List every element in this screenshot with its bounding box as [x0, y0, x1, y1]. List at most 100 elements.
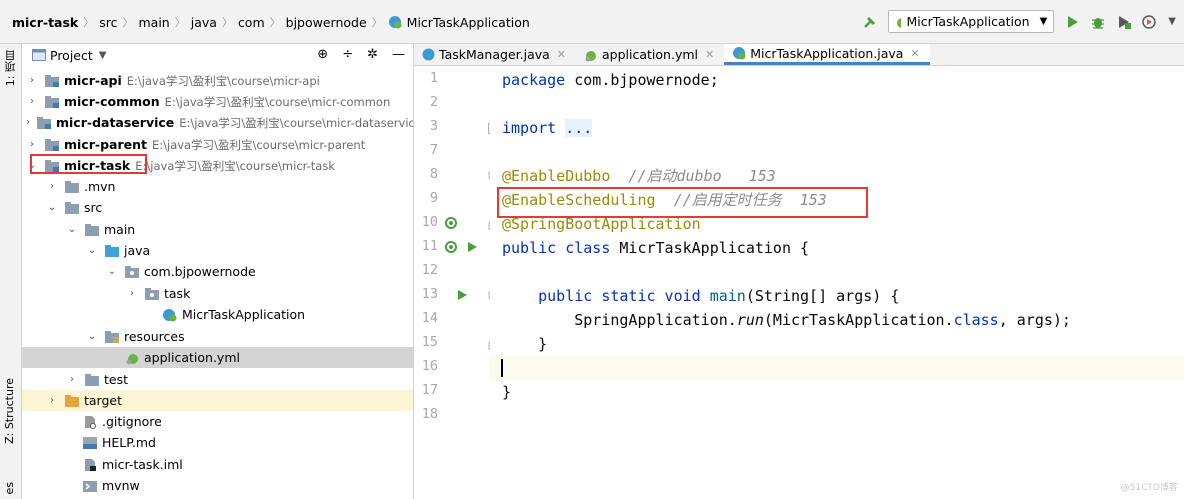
tree-item[interactable]: micr-task.iml	[22, 454, 413, 475]
tree-item-label: micr-dataservice	[56, 115, 175, 130]
folder-icon	[64, 180, 80, 194]
project-panel-header: Project ▼ ⊕ ÷ ✲ —	[22, 44, 413, 66]
hide-icon[interactable]: —	[392, 47, 405, 62]
run-configuration-select[interactable]: MicrTaskApplication ▼	[888, 10, 1055, 33]
locate-icon[interactable]: ⊕	[317, 47, 328, 62]
project-view-icon	[32, 49, 46, 61]
project-panel-tools: ⊕ ÷ ✲ —	[317, 47, 405, 62]
chevron-right-icon[interactable]: ›	[26, 117, 30, 128]
chevron-down-icon[interactable]: ⌄	[86, 331, 98, 342]
run-icon[interactable]	[1064, 14, 1080, 30]
run-configuration-label: MicrTaskApplication	[906, 14, 1030, 29]
tree-item[interactable]: ⌄ java	[22, 240, 413, 261]
run-toolbar: MicrTaskApplication ▼ ▼	[862, 10, 1176, 33]
profiler-icon[interactable]	[1142, 14, 1158, 30]
chevron-right-icon[interactable]: ›	[26, 75, 38, 86]
tree-item[interactable]: › task	[22, 283, 413, 304]
keyword: import	[502, 119, 557, 137]
tree-item[interactable]: › target	[22, 390, 413, 411]
module-icon	[44, 74, 60, 88]
run-gutter-icon[interactable]	[456, 289, 468, 301]
project-tool-tab-label: 1: 项目	[4, 50, 17, 87]
tree-item-path: E:\java学习\盈利宝\course\micr-task	[135, 158, 335, 173]
resources-icon	[104, 330, 120, 344]
chevron-down-icon[interactable]: ⌄	[66, 224, 78, 235]
module-icon	[44, 138, 60, 152]
tree-item[interactable]: ⌄ com.bjpowernode	[22, 261, 413, 282]
chevron-right-icon[interactable]: ›	[126, 288, 138, 299]
tree-item[interactable]: ⌄ main	[22, 219, 413, 240]
breadcrumb-item-main[interactable]: main	[139, 15, 170, 30]
tree-item-label: java	[124, 243, 151, 258]
chevron-right-icon[interactable]: ›	[26, 96, 38, 107]
tree-item[interactable]: › .mvn	[22, 176, 413, 197]
close-icon[interactable]: ✕	[705, 48, 714, 61]
tab-taskmanager[interactable]: TaskManager.java ✕	[414, 44, 576, 65]
chevron-right-icon[interactable]: ›	[26, 139, 38, 150]
tree-item-label: micr-task.iml	[102, 457, 183, 472]
bottom-tool-tab[interactable]: es	[3, 482, 16, 495]
code-text: (String[] args) {	[745, 287, 900, 305]
tree-item-label: .mvn	[84, 179, 116, 194]
code-editor[interactable]: package com.bjpowernode; import ... @Ena…	[490, 66, 1184, 499]
method-name: main	[700, 287, 746, 305]
run-gutter-icon[interactable]	[466, 241, 478, 253]
chevron-down-icon[interactable]: ⌄	[46, 202, 58, 213]
dropdown-arrow-icon[interactable]: ▼	[99, 50, 107, 61]
breadcrumb-item-src[interactable]: src	[99, 15, 117, 30]
tree-item[interactable]: .gitignore	[22, 411, 413, 432]
editor-gutter: 1 2 3 7 8 9 10 11 12 13 14 15 16 17 18	[414, 66, 497, 499]
highlight-box-module	[30, 154, 147, 174]
tree-item[interactable]: HELP.md	[22, 432, 413, 453]
build-hammer-icon[interactable]	[862, 14, 878, 30]
tree-item[interactable]: › micr-dataservice E:\java学习\盈利宝\course\mi…	[22, 112, 414, 133]
tree-item[interactable]: ⌄ resources	[22, 326, 413, 347]
tree-item[interactable]: MicrTaskApplication	[22, 304, 413, 325]
structure-tool-tab[interactable]: Z: Structure	[3, 378, 16, 444]
chevron-down-icon[interactable]: ⌄	[106, 266, 118, 277]
highlight-box-annotation	[497, 187, 868, 218]
tree-item-label: application.yml	[144, 350, 240, 365]
tree-item[interactable]: mvnw	[22, 475, 413, 496]
debug-icon[interactable]	[1090, 14, 1106, 30]
close-icon[interactable]: ✕	[910, 47, 919, 60]
spring-bean-gutter-icon[interactable]	[444, 240, 458, 254]
chevron-down-icon[interactable]: ⌄	[86, 245, 98, 256]
tree-item-path: E:\java学习\盈利宝\course\micr-dataservice	[179, 115, 414, 130]
tree-item[interactable]: › micr-api E:\java学习\盈利宝\course\micr-api	[22, 70, 413, 91]
breadcrumb-item-package[interactable]: bjpowernode	[286, 15, 367, 30]
spring-bean-gutter-icon[interactable]	[444, 216, 458, 230]
coverage-icon[interactable]	[1116, 14, 1132, 30]
code-text: , args);	[998, 311, 1071, 329]
keyword: public static void	[538, 287, 701, 305]
tree-item-label: HELP.md	[102, 435, 156, 450]
breadcrumb-item-project[interactable]: micr-task	[12, 15, 78, 30]
project-panel: Project ▼ ⊕ ÷ ✲ — › micr-api E:\java学习\盈利宝…	[22, 44, 414, 499]
breadcrumb-item-com[interactable]: com	[238, 15, 265, 30]
tree-item[interactable]: application.yml	[22, 347, 413, 368]
collapse-all-icon[interactable]: ÷	[342, 47, 353, 62]
tree-item-path: E:\java学习\盈利宝\course\micr-parent	[151, 137, 366, 152]
chevron-right-icon[interactable]: ›	[46, 395, 58, 406]
iml-icon	[82, 458, 98, 472]
tree-item[interactable]: › micr-common E:\java学习\盈利宝\course\micr-co…	[22, 91, 413, 112]
chevron-right-icon: 〉	[122, 16, 134, 29]
project-view-select[interactable]: Project	[50, 48, 93, 63]
gear-icon[interactable]: ✲	[367, 47, 378, 62]
tree-item[interactable]: › test	[22, 369, 413, 390]
tab-micrtaskapplication[interactable]: MicrTaskApplication.java ✕	[724, 44, 930, 65]
folded-imports[interactable]: ...	[565, 119, 593, 137]
close-icon[interactable]: ✕	[557, 48, 566, 61]
breadcrumb-item-class[interactable]: MicrTaskApplication	[407, 15, 530, 30]
breadcrumb-item-java[interactable]: java	[191, 15, 217, 30]
more-run-options-icon[interactable]: ▼	[1168, 16, 1176, 27]
dropdown-arrow-icon: ▼	[1039, 16, 1048, 27]
comment: //启动dubbo 153	[610, 167, 776, 185]
chevron-right-icon[interactable]: ›	[66, 374, 78, 385]
code-text: }	[502, 383, 512, 401]
tree-item[interactable]: ⌄ src	[22, 197, 413, 218]
project-tool-tab[interactable]: 1: 项目	[3, 50, 19, 86]
tab-application-yml[interactable]: application.yml ✕	[576, 44, 724, 65]
chevron-right-icon[interactable]: ›	[46, 181, 58, 192]
tree-item[interactable]: › micr-parent E:\java学习\盈利宝\course\micr-pa…	[22, 134, 413, 155]
